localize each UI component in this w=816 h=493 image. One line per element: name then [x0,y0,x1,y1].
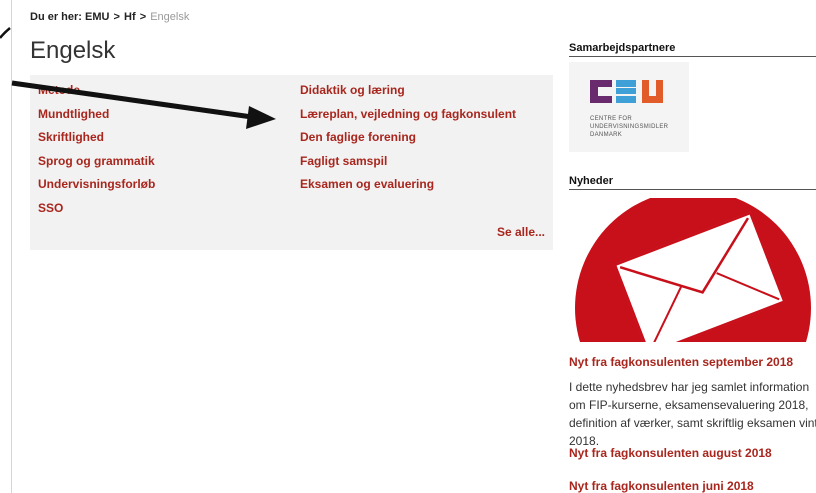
partners-heading: Samarbejdspartnere [569,42,816,57]
topic-link-metode[interactable]: Metode [38,83,155,107]
see-all-link[interactable]: Se alle... [497,225,545,239]
topic-link-panel: Metode Mundtlighed Skriftlighed Sprog og… [30,75,553,250]
breadcrumb-prefix: Du er her: [30,11,82,23]
topic-link-fagligt-samspil[interactable]: Fagligt samspil [300,154,516,178]
cfu-subtitle-line: DANMARK [590,132,623,138]
breadcrumb-separator: > [113,11,120,23]
page-title: Engelsk [30,37,116,64]
cfu-logo-mark [569,62,689,152]
page-left-border [11,0,12,493]
topic-links-right: Didaktik og læring Læreplan, vejledning … [300,83,516,201]
cfu-logo[interactable]: CENTRE FOR UNDERVISNINGSMIDLER DANMARK [569,62,689,152]
breadcrumb: Du er her: EMU > Hf > Engelsk [30,11,189,23]
news-item-title[interactable]: Nyt fra fagkonsulenten juni 2018 [569,479,754,493]
cfu-subtitle-line: CENTRE FOR [590,116,632,122]
news-heading: Nyheder [569,175,816,190]
breadcrumb-separator: > [139,11,147,23]
news-item-summary: I dette nyhedsbrev har jeg samlet inform… [569,380,816,448]
topic-link-sprog-og-grammatik[interactable]: Sprog og grammatik [38,154,155,178]
topic-link-skriftlighed[interactable]: Skriftlighed [38,130,155,154]
topic-link-eksamen[interactable]: Eksamen og evaluering [300,177,516,201]
cfu-subtitle-line: UNDERVISNINGSMIDLER [590,124,669,130]
topic-links-left: Metode Mundtlighed Skriftlighed Sprog og… [38,83,155,224]
topic-link-mundtlighed[interactable]: Mundtlighed [38,107,155,131]
topic-link-faglige-forening[interactable]: Den faglige forening [300,130,516,154]
news-item-title[interactable]: Nyt fra fagkonsulenten september 2018 [569,355,793,369]
breadcrumb-link-emu[interactable]: EMU [85,11,109,23]
breadcrumb-link-hf[interactable]: Hf [124,11,136,23]
news-item-title[interactable]: Nyt fra fagkonsulenten august 2018 [569,446,772,460]
topic-link-didaktik[interactable]: Didaktik og læring [300,83,516,107]
topic-link-laereplan[interactable]: Læreplan, vejledning og fagkonsulent [300,107,516,131]
topic-link-sso[interactable]: SSO [38,201,155,225]
breadcrumb-current: Engelsk [150,11,190,23]
envelope-icon[interactable] [569,198,816,342]
topic-link-undervisningsforloeb[interactable]: Undervisningsforløb [38,177,155,201]
